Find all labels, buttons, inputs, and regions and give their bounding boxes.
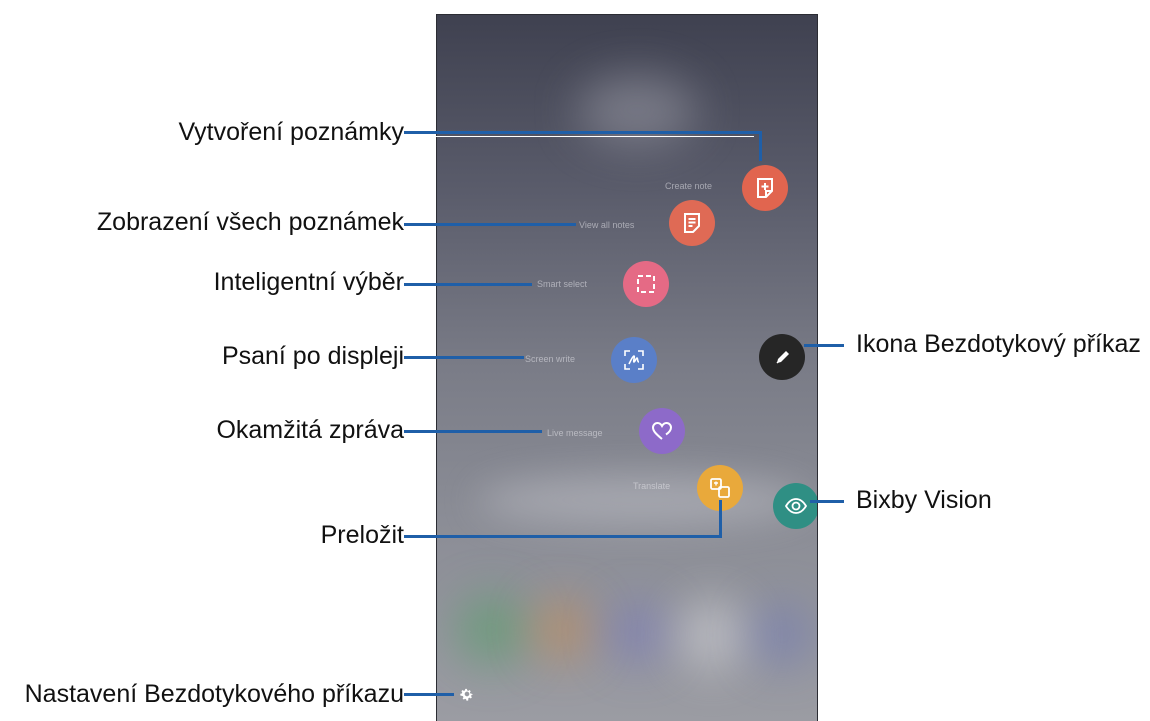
screen-write-button[interactable] xyxy=(611,337,657,383)
callout-bixby-vision: Bixby Vision xyxy=(856,486,992,514)
gear-icon[interactable] xyxy=(459,686,475,702)
smart-select-button[interactable] xyxy=(623,261,669,307)
phone-screen: Create note View all notes Smart select … xyxy=(436,14,818,721)
live-message-button[interactable] xyxy=(639,408,685,454)
bixby-vision-button[interactable] xyxy=(773,483,817,529)
callout-line-gap xyxy=(404,136,754,137)
callout-line xyxy=(404,430,542,433)
callout-create-note: Vytvoření poznámky xyxy=(178,118,404,146)
translate-label: Translate xyxy=(633,481,671,491)
app-icon-blur xyxy=(752,605,812,665)
callout-settings: Nastavení Bezdotykového příkazu xyxy=(24,680,404,708)
background-blur xyxy=(577,75,697,145)
callout-line xyxy=(404,535,722,538)
air-command-button[interactable] xyxy=(759,334,805,380)
callout-live-message: Okamžitá zpráva xyxy=(216,416,404,444)
callout-line xyxy=(404,131,762,134)
dashed-frame-icon xyxy=(637,275,655,293)
eye-icon xyxy=(784,498,808,514)
callout-line xyxy=(404,693,454,696)
callout-line xyxy=(810,500,844,503)
create-note-label: Create note xyxy=(665,181,713,191)
callout-line xyxy=(759,131,762,161)
app-icon-blur xyxy=(607,603,667,663)
screen-write-label: Screen write xyxy=(525,354,576,364)
callout-screen-write: Psaní po displeji xyxy=(221,342,404,370)
pen-icon xyxy=(776,351,789,364)
note-plus-icon xyxy=(757,178,773,198)
callout-line xyxy=(804,344,844,347)
callout-line xyxy=(719,500,722,538)
callout-translate: Preložit xyxy=(320,521,404,549)
view-all-notes-button[interactable] xyxy=(669,200,715,246)
callout-view-all-notes: Zobrazení všech poznámek xyxy=(96,208,404,236)
callout-line xyxy=(404,356,524,359)
callout-air-command-icon: Ikona Bezdotykový příkaz xyxy=(856,330,1141,358)
smart-select-label: Smart select xyxy=(537,279,588,289)
callout-line xyxy=(404,283,532,286)
callout-line xyxy=(404,223,576,226)
app-icon-blur xyxy=(677,600,747,670)
view-all-notes-label: View all notes xyxy=(579,220,635,230)
notes-list-icon xyxy=(684,213,700,233)
callout-smart-select: Inteligentní výběr xyxy=(213,268,404,296)
heart-icon xyxy=(651,421,673,440)
app-icon-blur xyxy=(532,600,592,660)
translate-icon xyxy=(710,478,730,498)
create-note-button[interactable] xyxy=(742,165,788,211)
app-icon-blur xyxy=(457,595,527,665)
live-message-label: Live message xyxy=(547,428,603,438)
handwriting-icon xyxy=(624,350,644,370)
